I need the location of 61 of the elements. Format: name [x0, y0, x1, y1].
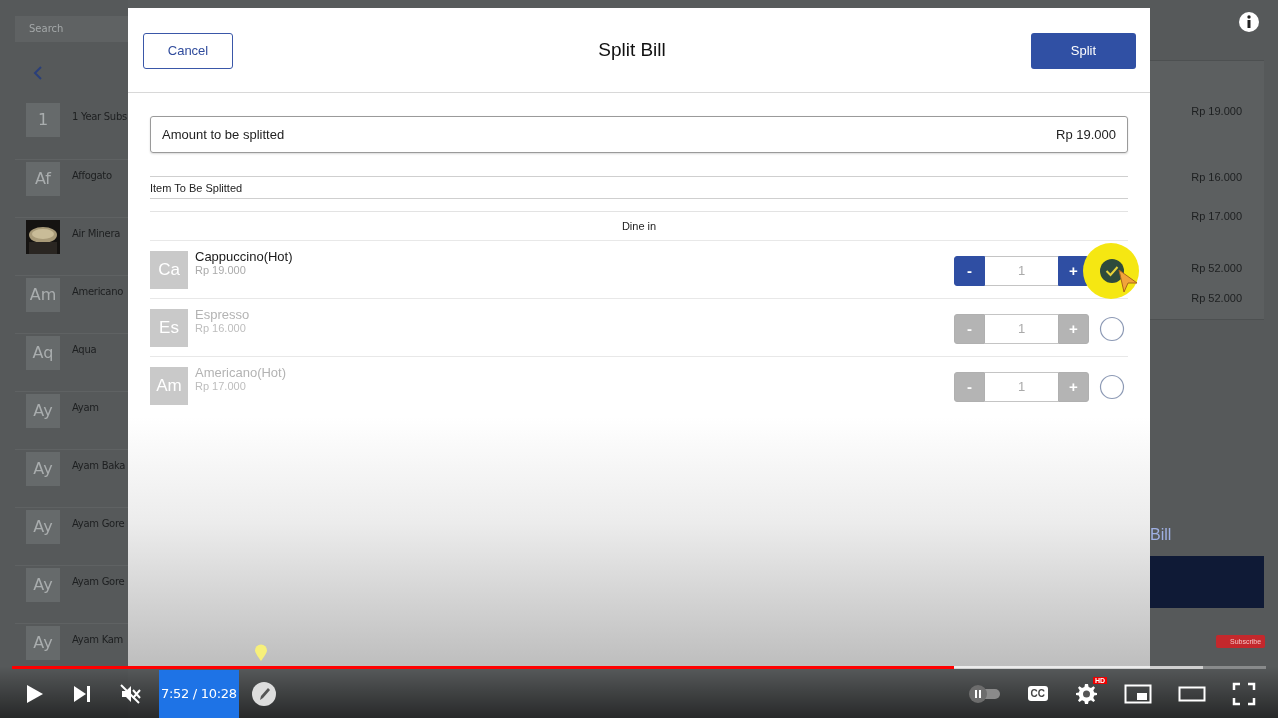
price-text: Rp 52.000 — [1190, 262, 1243, 274]
product-name: Ayam Gore — [72, 518, 125, 529]
item-name: Americano(Hot) — [195, 365, 288, 380]
dialog-title: Split Bill — [598, 39, 666, 61]
product-name: Ayam — [72, 402, 99, 413]
product-thumbnail: Ay — [26, 394, 60, 428]
increment-button[interactable]: + — [1058, 371, 1089, 402]
checked-circle-icon[interactable] — [1099, 257, 1125, 284]
item-price: Rp 19.000 — [195, 264, 247, 276]
captions-button[interactable]: CC — [1027, 686, 1048, 701]
product-name: Ayam Kam — [72, 634, 123, 645]
product-thumbnail: Ay — [26, 626, 60, 660]
decrement-button[interactable]: - — [954, 313, 985, 344]
product-thumbnail: Ay — [26, 510, 60, 544]
fullscreen-icon[interactable] — [1232, 681, 1256, 706]
price-text: Rp 17.000 — [1190, 210, 1243, 222]
product-thumbnail: Aq — [26, 336, 60, 370]
product-name: 1 Year Subs — [72, 111, 127, 122]
item-price: Rp 17.000 — [195, 380, 247, 392]
increment-button[interactable]: + — [1058, 313, 1089, 344]
info-icon[interactable] — [1238, 11, 1260, 33]
settings-icon[interactable] — [1074, 681, 1098, 706]
decrement-button[interactable]: - — [954, 371, 985, 402]
quantity-field[interactable]: 1 — [985, 371, 1058, 402]
radio-circle[interactable] — [1099, 373, 1125, 400]
quantity-field[interactable]: 1 — [985, 255, 1058, 286]
price-text: Rp 16.000 — [1190, 171, 1243, 183]
amount-label: Amount to be splitted — [162, 127, 285, 142]
quantity-field[interactable]: 1 — [985, 313, 1058, 344]
product-name: Americano — [72, 286, 123, 297]
product-thumbnail: Am — [26, 278, 60, 312]
product-thumbnail: Ay — [26, 452, 60, 486]
decrement-button[interactable]: - — [954, 255, 985, 286]
product-name: Air Minera — [72, 228, 121, 239]
cancel-button[interactable]: Cancel — [143, 32, 233, 69]
product-name: Affogato — [72, 170, 112, 181]
price-text: Rp 52.000 — [1190, 292, 1243, 304]
price-text: Rp 19.000 — [1190, 105, 1243, 117]
product-thumbnail: Ay — [26, 568, 60, 602]
radio-circle[interactable] — [1099, 315, 1125, 342]
search-field[interactable]: Search — [15, 16, 128, 42]
product-thumbnail: 1 — [26, 103, 60, 137]
product-name: Ayam Baka — [72, 460, 126, 471]
time-display: 7:52 / 10:28 — [159, 669, 239, 718]
autoplay-toggle[interactable] — [967, 683, 1002, 704]
pointer-cursor-icon — [1117, 267, 1139, 294]
marker-pin-icon — [254, 644, 268, 662]
section-label: Item To Be Splitted — [150, 181, 243, 194]
amount-value: Rp 19.000 — [1056, 127, 1116, 142]
pen-icon[interactable] — [250, 680, 277, 707]
item-name: Cappuccino(Hot) — [195, 249, 294, 264]
item-price: Rp 16.000 — [195, 322, 247, 334]
product-name: Aqua — [72, 344, 97, 355]
product-thumbnail: Af — [26, 162, 60, 196]
muted-speaker-icon[interactable] — [119, 682, 141, 705]
product-name: Ayam Gore — [72, 576, 125, 587]
item-name: Espresso — [195, 307, 251, 322]
split-button[interactable]: Split — [1031, 32, 1136, 69]
miniplayer-icon[interactable] — [1124, 682, 1152, 705]
bill-label: Bill — [1150, 526, 1173, 544]
group-label: Dine in — [621, 220, 657, 232]
